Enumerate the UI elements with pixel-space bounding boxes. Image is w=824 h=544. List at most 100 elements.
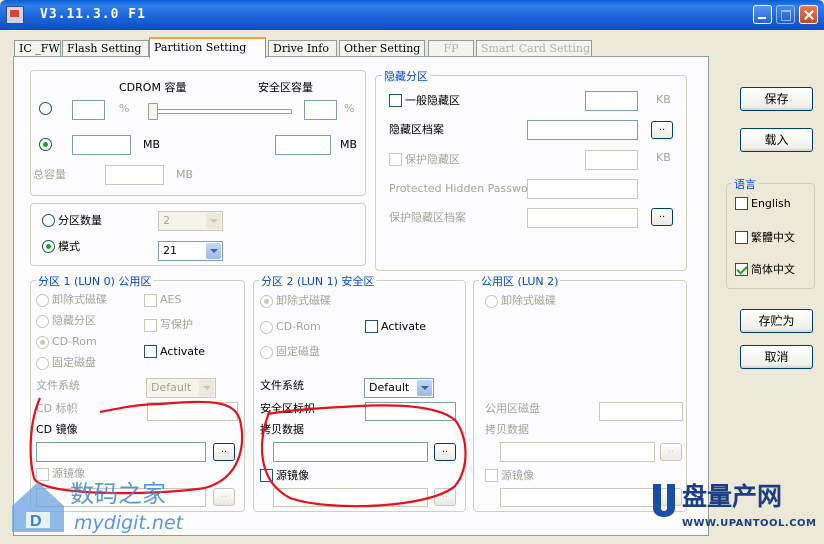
hidden-file-field[interactable] — [527, 120, 638, 140]
p1-cdrom-label: CD-Rom — [52, 335, 97, 348]
p1-cd-image-browse-button[interactable]: .. — [213, 443, 235, 461]
tab-partition-setting[interactable]: Partition Setting — [149, 37, 266, 58]
p2-copy-data-field[interactable] — [273, 442, 428, 462]
p1-aes-label: AES — [160, 293, 182, 306]
partition1-title: 分区 1 (LUN 0) 公用区 — [36, 273, 154, 289]
p2-activate-label: Activate — [381, 320, 427, 333]
p1-activate-checkbox[interactable] — [144, 345, 157, 358]
p1-cd-image-label: CD 镜像 — [36, 423, 78, 436]
lang-traditional-label: 繁體中文 — [751, 231, 795, 244]
house-logo-icon: D — [12, 482, 64, 532]
general-hidden-size-field[interactable] — [585, 91, 638, 111]
p2-vol-label-field[interactable] — [365, 402, 456, 421]
p1-fs-label: 文件系统 — [36, 379, 80, 392]
secure-percent-field[interactable] — [304, 100, 337, 120]
percent-unit-secure: % — [344, 102, 355, 115]
protect-hidden-label: 保护隐藏区 — [405, 153, 460, 166]
save-as-button[interactable]: 存贮为 — [740, 309, 813, 333]
p1-write-protect-label: 写保护 — [160, 318, 193, 331]
p1-fixed-radio — [36, 357, 49, 370]
total-capacity-label: 总容量 — [33, 168, 66, 181]
mydigit-watermark: D 数码之家 mydigit.net — [0, 474, 200, 544]
p1-hidden-radio — [36, 315, 49, 328]
partition-count-radio[interactable] — [42, 214, 55, 227]
maximize-button[interactable] — [776, 5, 795, 24]
cdrom-mb-field[interactable] — [72, 135, 131, 155]
slider-track — [148, 109, 292, 114]
cdrom-percent-field[interactable] — [72, 100, 105, 120]
close-button[interactable] — [799, 5, 818, 24]
percent-unit: % — [119, 102, 130, 115]
p1-aes-checkbox — [144, 294, 157, 307]
app-window: V3.11.3.0 F1 IC _FW Flash Setting Drive … — [0, 0, 824, 544]
p2-fs-label: 文件系统 — [260, 379, 304, 392]
protect-hidden-checkbox — [389, 153, 402, 166]
chevron-down-icon[interactable] — [206, 243, 221, 259]
protected-password-label: Protected Hidden Password — [389, 182, 540, 195]
hidden-file-label: 隐藏区档案 — [389, 123, 444, 136]
public-source-image-label: 源镜像 — [501, 469, 534, 482]
mode-select[interactable]: 21 — [158, 241, 223, 261]
mydigit-en-text: mydigit.net — [74, 512, 184, 534]
percent-mode-radio[interactable] — [39, 102, 52, 115]
mode-radio[interactable] — [42, 240, 55, 253]
total-mb-unit: MB — [176, 168, 194, 181]
cdrom-capacity-label: CDROM 容量 — [119, 81, 187, 94]
p2-source-image-checkbox[interactable] — [260, 469, 273, 482]
kb-unit-protect: KB — [656, 151, 671, 164]
secure-mb-field[interactable] — [275, 135, 331, 155]
general-hidden-checkbox[interactable] — [389, 94, 402, 107]
protect-file-browse-button[interactable]: .. — [651, 208, 673, 226]
tab-flash-setting[interactable]: Flash Setting — [62, 40, 149, 56]
minimize-button[interactable] — [753, 5, 772, 24]
window-title: V3.11.3.0 F1 — [40, 7, 146, 22]
partition-count-label: 分区数量 — [58, 214, 102, 227]
p1-fixed-label: 固定磁盘 — [52, 356, 96, 369]
mydigit-cn-text: 数码之家 — [70, 480, 166, 508]
title-bar[interactable]: V3.11.3.0 F1 — [0, 0, 824, 30]
lang-english-checkbox[interactable] — [735, 197, 748, 210]
p2-copy-data-browse-button[interactable]: .. — [434, 443, 456, 461]
mb-unit: MB — [143, 138, 161, 151]
p2-source-image-label: 源镜像 — [276, 469, 309, 482]
chevron-down-icon[interactable] — [417, 380, 432, 396]
capacity-slider[interactable] — [144, 99, 296, 121]
p2-fs-select[interactable]: Default — [364, 378, 434, 398]
hidden-file-browse-button[interactable]: .. — [651, 121, 673, 139]
lang-traditional-checkbox[interactable] — [735, 231, 748, 244]
app-icon — [6, 6, 24, 24]
mode-label: 模式 — [58, 240, 80, 253]
load-button[interactable]: 载入 — [740, 128, 813, 152]
mode-value: 21 — [163, 244, 177, 257]
slider-thumb[interactable] — [148, 103, 158, 120]
p2-activate-checkbox[interactable] — [365, 320, 378, 333]
p1-activate-label: Activate — [160, 345, 206, 358]
general-hidden-label: 一般隐藏区 — [405, 94, 460, 107]
public-copy-data-label: 拷贝数据 — [485, 423, 529, 436]
public-removable-radio — [485, 295, 498, 308]
p1-cd-image-field[interactable] — [36, 442, 206, 462]
public-source-image-field — [500, 488, 655, 507]
public-vol-label-text: 公用区磁盘 — [485, 402, 540, 415]
tab-drive-info[interactable]: Drive Info — [268, 40, 337, 56]
lang-simplified-checkbox[interactable] — [735, 263, 748, 276]
save-button[interactable]: 保存 — [740, 87, 813, 111]
mb-mode-radio[interactable] — [39, 138, 52, 151]
tab-ic-fw[interactable]: IC _FW — [14, 40, 61, 56]
p1-fs-value: Default — [151, 381, 192, 394]
mb-unit-secure: MB — [340, 138, 358, 151]
partition-count-value: 2 — [163, 214, 170, 227]
p2-removable-label: 卸除式磁碟 — [276, 294, 331, 307]
protected-password-field — [527, 179, 638, 199]
upantool-watermark: 盘量产网 WWW.UPANTOOL.COM — [648, 478, 824, 544]
capacity-group — [30, 70, 366, 196]
language-title: 语言 — [732, 176, 758, 192]
cancel-button[interactable]: 取消 — [740, 345, 813, 369]
tab-smart-card-setting[interactable]: Smart Card Setting — [476, 40, 592, 56]
tab-other-setting[interactable]: Other Setting — [339, 40, 425, 56]
lang-english-label: English — [751, 197, 791, 210]
upantool-cn-text: 盘量产网 — [682, 482, 783, 511]
total-capacity-field — [105, 165, 164, 185]
tab-fp[interactable]: FP — [428, 40, 474, 56]
lang-simplified-label: 简体中文 — [751, 263, 795, 276]
